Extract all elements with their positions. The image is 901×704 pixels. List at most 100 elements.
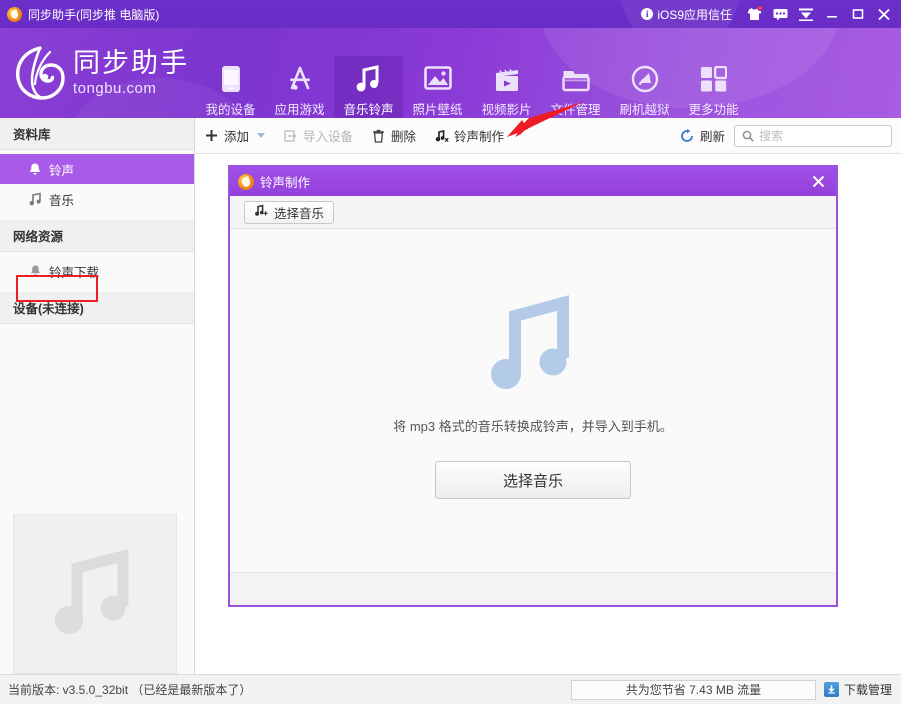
nav-label: 音乐铃声 — [343, 99, 393, 118]
nav-item-my-device[interactable]: 我的设备 — [196, 56, 265, 118]
info-icon: i — [641, 8, 653, 20]
nav-label: 应用游戏 — [274, 99, 324, 118]
search-box[interactable] — [734, 125, 892, 147]
import-arrow-icon — [283, 128, 298, 143]
select-music-button[interactable]: 选择音乐 — [435, 461, 631, 499]
jailbreak-icon — [631, 64, 659, 94]
nav-label: 文件管理 — [550, 99, 600, 118]
chevron-down-icon[interactable] — [257, 133, 265, 138]
music-note-icon — [28, 192, 42, 206]
refresh-icon — [680, 128, 695, 143]
ringtone-make-icon — [434, 128, 449, 143]
status-bar: 当前版本: v3.5.0_32bit （已经是最新版本了） 共为您节省 7.43… — [0, 674, 901, 704]
minimize-icon[interactable] — [819, 2, 845, 26]
refresh-button[interactable]: 刷新 — [671, 118, 734, 154]
download-tray-icon[interactable] — [793, 2, 819, 26]
dialog-select-music-button[interactable]: 选择音乐 — [244, 201, 334, 224]
add-button[interactable]: 添加 — [195, 118, 274, 154]
bell-icon — [28, 162, 42, 176]
bell-download-icon — [28, 264, 42, 278]
download-arrow-icon — [824, 682, 839, 697]
video-clapper-icon — [493, 64, 521, 94]
dialog-select-music-label: 选择音乐 — [274, 203, 324, 222]
photo-icon — [424, 64, 452, 94]
download-manager-label: 下载管理 — [844, 681, 892, 698]
music-note-large-icon — [485, 292, 581, 400]
app-window: 同步助手(同步推 电脑版) i iOS9应用信任 — [0, 0, 901, 704]
album-art-placeholder — [13, 514, 177, 674]
brand-logo: 同步助手 tongbu.com — [14, 46, 189, 100]
nav-label: 我的设备 — [205, 99, 255, 118]
grid-icon — [700, 64, 727, 94]
make-ringtone-label: 铃声制作 — [454, 126, 504, 145]
close-icon[interactable] — [871, 2, 897, 26]
sidebar: 资料库 铃声 音乐 — [0, 118, 195, 674]
brand-text: 同步助手 tongbu.com — [73, 50, 189, 96]
tongbu-feather-icon — [14, 46, 66, 100]
title-bar: 同步助手(同步推 电脑版) i iOS9应用信任 — [0, 0, 901, 28]
dialog-toolbar: 选择音乐 — [230, 196, 836, 229]
nav-item-file-manager[interactable]: 文件管理 — [541, 56, 610, 118]
nav-label: 视频影片 — [481, 99, 531, 118]
music-note-icon — [356, 64, 382, 94]
nav-item-jailbreak[interactable]: 刷机越狱 — [610, 56, 679, 118]
import-button-label: 导入设备 — [303, 126, 353, 145]
sidebar-group-header-device: 设备(未连接) — [0, 292, 194, 324]
sidebar-item-label: 铃声 — [49, 160, 74, 179]
nav-item-more[interactable]: 更多功能 — [679, 56, 748, 118]
trash-icon — [371, 128, 386, 143]
message-bubble-icon[interactable] — [767, 2, 793, 26]
add-button-label: 添加 — [224, 126, 249, 145]
delete-button-label: 删除 — [391, 126, 416, 145]
sidebar-item-music[interactable]: 音乐 — [0, 184, 194, 214]
dialog-hint-text: 将 mp3 格式的音乐转换成铃声，并导入到手机。 — [393, 416, 673, 435]
tshirt-icon[interactable] — [741, 2, 767, 26]
nav-label: 刷机越狱 — [619, 99, 669, 118]
delete-button[interactable]: 删除 — [362, 118, 425, 154]
content-area: 铃声制作 — [195, 154, 901, 674]
music-add-icon — [254, 204, 268, 220]
version-text: 当前版本: v3.5.0_32bit （已经是最新版本了） — [0, 681, 251, 698]
sidebar-item-ringtone[interactable]: 铃声 — [0, 154, 194, 184]
appstore-icon — [286, 64, 314, 94]
sidebar-group-library: 铃声 音乐 — [0, 150, 194, 220]
main-nav: 我的设备 应用游戏 — [196, 56, 748, 118]
sidebar-item-label: 铃声下载 — [49, 262, 99, 281]
titlebar-left: 同步助手(同步推 电脑版) — [0, 6, 159, 23]
dialog-close-icon[interactable] — [808, 172, 828, 192]
nav-item-music-ringtone[interactable]: 音乐铃声 — [334, 56, 403, 118]
ios-trust-entry[interactable]: i iOS9应用信任 — [641, 6, 732, 23]
app-header: 同步助手 tongbu.com 我的设备 — [0, 28, 901, 118]
plus-icon — [204, 128, 219, 143]
ios-trust-label: iOS9应用信任 — [657, 6, 732, 23]
dialog-empty-state: 将 mp3 格式的音乐转换成铃声，并导入到手机。 选择音乐 — [230, 229, 836, 572]
dialog-title-bar: 铃声制作 — [230, 167, 836, 196]
nav-item-photos-wallpaper[interactable]: 照片壁纸 — [403, 56, 472, 118]
tongbu-logo-icon — [238, 174, 254, 190]
brand-name-cn: 同步助手 — [73, 50, 189, 77]
search-icon — [741, 128, 754, 143]
nav-label: 更多功能 — [688, 99, 738, 118]
saved-traffic-panel: 共为您节省 7.43 MB 流量 — [571, 680, 816, 700]
maximize-icon[interactable] — [845, 2, 871, 26]
content-toolbar: 添加 导入设备 删除 — [195, 118, 901, 154]
sidebar-item-label: 音乐 — [49, 190, 74, 209]
tongbu-logo-icon — [7, 7, 22, 22]
dialog-title: 铃声制作 — [260, 172, 310, 191]
titlebar-right: i iOS9应用信任 — [641, 2, 901, 26]
download-manager-button[interactable]: 下载管理 — [824, 681, 892, 698]
search-input[interactable] — [759, 129, 885, 143]
nav-label: 照片壁纸 — [412, 99, 462, 118]
sidebar-group-header-library: 资料库 — [0, 118, 194, 150]
import-to-device-button: 导入设备 — [274, 118, 362, 154]
sidebar-item-ringtone-download[interactable]: 铃声下载 — [0, 256, 194, 286]
nav-item-apps-games[interactable]: 应用游戏 — [265, 56, 334, 118]
music-note-placeholder-icon — [49, 546, 141, 642]
make-ringtone-button[interactable]: 铃声制作 — [425, 118, 513, 154]
window-title: 同步助手(同步推 电脑版) — [28, 6, 159, 23]
folder-icon — [562, 64, 590, 94]
refresh-button-label: 刷新 — [700, 126, 725, 145]
sidebar-group-network: 铃声下载 — [0, 252, 194, 292]
phone-icon — [221, 64, 241, 94]
nav-item-videos[interactable]: 视频影片 — [472, 56, 541, 118]
